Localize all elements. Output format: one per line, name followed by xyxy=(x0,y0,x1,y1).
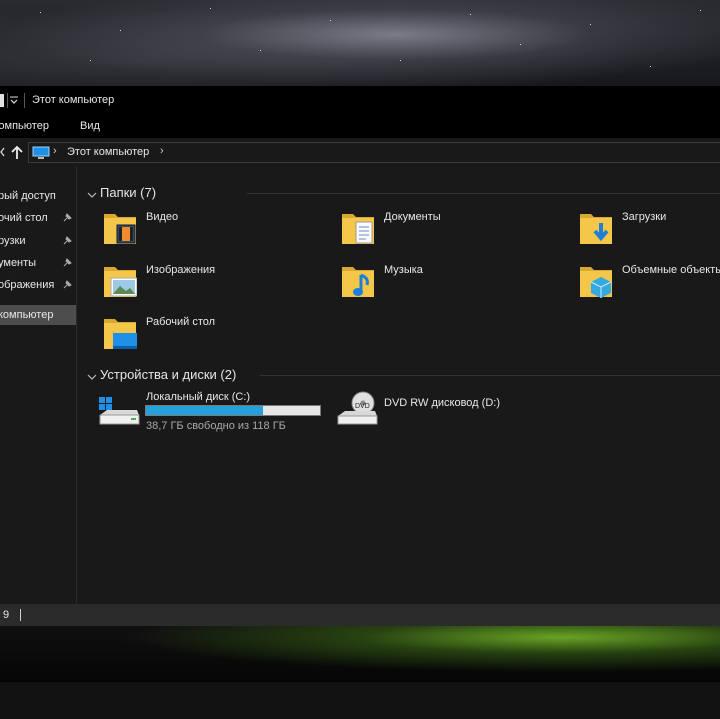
nav-item-this-pc[interactable]: компьютер xyxy=(0,305,76,325)
address-bar[interactable]: › Этот компьютер › xyxy=(28,142,720,163)
music-folder-icon xyxy=(341,261,374,297)
devices-group-header[interactable]: Устройства и диски (2) xyxy=(100,367,236,382)
drive-item-c[interactable]: Локальный диск (C:) 38,7 ГБ свободно из … xyxy=(97,389,327,439)
quick-access-toolbar-icon[interactable] xyxy=(0,94,4,107)
folder-label: Объемные объекты xyxy=(622,264,720,276)
breadcrumb-chevron-icon[interactable]: › xyxy=(53,145,57,157)
3d-objects-folder-icon xyxy=(579,261,612,298)
nav-item-quick-access[interactable]: рый доступ xyxy=(0,190,56,202)
back-chevron-icon[interactable] xyxy=(0,145,5,159)
documents-folder-icon xyxy=(341,208,374,244)
drive-usage-bar-fill xyxy=(146,406,263,415)
folders-group-header[interactable]: Папки (7) xyxy=(100,185,156,200)
this-pc-icon xyxy=(32,146,50,160)
windows-drive-icon xyxy=(97,395,141,427)
content-area: Папки (7) Видео Документы Загрузки Изобр… xyxy=(77,166,720,604)
desktop-wallpaper-bottom xyxy=(0,626,720,682)
drive-label-d: DVD RW дисковод (D:) xyxy=(384,397,500,409)
tab-view[interactable]: Вид xyxy=(80,120,100,132)
pictures-folder-icon xyxy=(103,261,137,297)
folder-label: Изображения xyxy=(146,264,216,276)
desktop-bottom-area xyxy=(0,682,720,719)
drive-free-space-text: 38,7 ГБ свободно из 118 ГБ xyxy=(146,420,286,432)
folder-label: Рабочий стол xyxy=(146,316,216,328)
drive-label-c: Локальный диск (C:) xyxy=(146,391,251,403)
pin-icon[interactable] xyxy=(62,213,72,223)
folder-label: Музыка xyxy=(384,264,423,276)
desktop-wallpaper-top xyxy=(0,0,720,86)
folder-item-documents[interactable]: Документы xyxy=(339,206,549,250)
group-divider xyxy=(260,375,720,376)
folder-item-video[interactable]: Видео xyxy=(101,206,311,250)
nav-item-pictures[interactable]: ображения xyxy=(0,279,54,291)
drive-item-d[interactable]: DVD DVD RW дисковод (D:) xyxy=(335,389,565,439)
downloads-folder-icon xyxy=(579,208,612,244)
status-bar: 9 xyxy=(0,604,720,626)
up-arrow-icon[interactable] xyxy=(10,144,24,160)
folder-item-3d-objects[interactable]: Объемные объекты xyxy=(577,259,720,303)
status-items-count: 9 xyxy=(3,609,10,621)
folder-item-music[interactable]: Музыка xyxy=(339,259,549,303)
folder-item-desktop[interactable]: Рабочий стол xyxy=(101,311,311,355)
toolbar-separator xyxy=(24,93,25,108)
nav-item-desktop[interactable]: очий стол xyxy=(0,212,48,224)
group-collapse-chevron-icon[interactable] xyxy=(87,190,97,198)
tab-computer[interactable]: Компьютер xyxy=(0,120,49,132)
toolbar-separator xyxy=(7,93,8,108)
folder-item-pictures[interactable]: Изображения xyxy=(101,259,311,303)
title-bar: Этот компьютер xyxy=(0,86,720,115)
folder-item-downloads[interactable]: Загрузки xyxy=(577,206,720,250)
breadcrumb-chevron-icon[interactable]: › xyxy=(160,145,164,157)
folder-label: Видео xyxy=(146,211,179,223)
ribbon-tabs: Компьютер Вид xyxy=(0,115,720,138)
pin-icon[interactable] xyxy=(62,258,72,268)
dvd-icon-text: DVD xyxy=(355,403,370,410)
pin-icon[interactable] xyxy=(62,236,72,246)
drive-usage-bar xyxy=(145,405,321,416)
customize-toolbar-chevron-icon[interactable] xyxy=(10,93,18,107)
desktop-folder-icon xyxy=(103,313,137,349)
pin-icon[interactable] xyxy=(62,280,72,290)
navigation-pane: рый доступ очий стол рузки ументы ображе… xyxy=(0,166,77,604)
file-explorer-window: Этот компьютер Компьютер Вид › Этот комп… xyxy=(0,86,720,626)
video-folder-icon xyxy=(103,208,136,244)
nav-item-this-pc-label: компьютер xyxy=(0,309,54,321)
nav-item-downloads[interactable]: рузки xyxy=(0,235,26,247)
folder-label: Документы xyxy=(384,211,441,223)
window-title: Этот компьютер xyxy=(32,94,115,106)
group-collapse-chevron-icon[interactable] xyxy=(87,372,97,380)
status-separator xyxy=(20,609,21,621)
dvd-drive-icon: DVD xyxy=(335,391,379,427)
nav-item-documents[interactable]: ументы xyxy=(0,257,36,269)
folder-label: Загрузки xyxy=(622,211,667,223)
address-row: › Этот компьютер › xyxy=(0,138,720,166)
breadcrumb-this-pc[interactable]: Этот компьютер xyxy=(67,146,149,158)
group-divider xyxy=(247,193,720,194)
